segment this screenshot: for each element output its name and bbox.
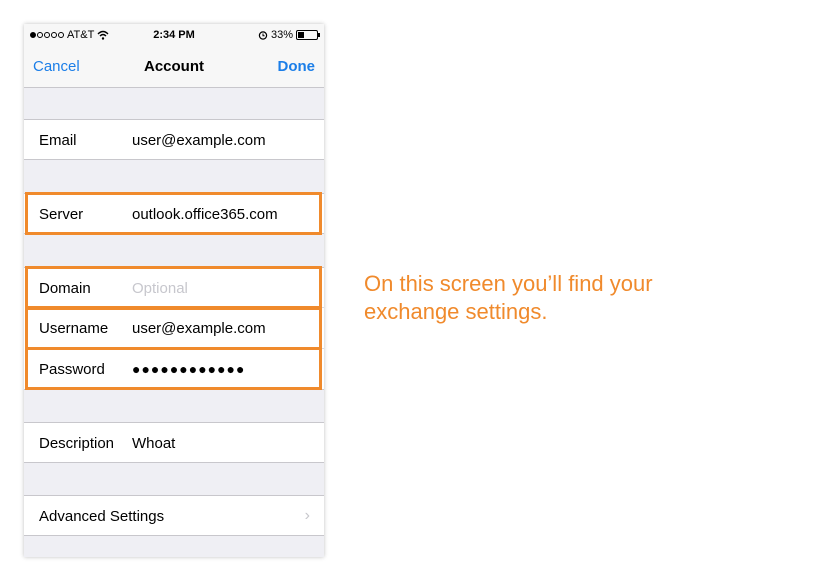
nav-bar: Cancel Account Done bbox=[24, 46, 324, 88]
battery-fill bbox=[298, 32, 304, 38]
done-button[interactable]: Done bbox=[278, 58, 316, 75]
password-row[interactable]: Password ●●●●●●●●●●●● bbox=[24, 349, 324, 390]
domain-field[interactable]: Optional bbox=[132, 280, 188, 297]
username-field[interactable]: user@example.com bbox=[132, 320, 266, 337]
password-label: Password bbox=[39, 361, 105, 378]
description-field[interactable]: Whoat bbox=[132, 435, 175, 452]
username-label: Username bbox=[39, 320, 109, 337]
domain-label: Domain bbox=[39, 280, 91, 297]
email-row[interactable]: Email user@example.com bbox=[24, 119, 324, 160]
username-row[interactable]: Username user@example.com bbox=[24, 308, 324, 349]
caption-line-1: On this screen you’ll find your bbox=[364, 271, 653, 296]
battery-percent: 33% bbox=[270, 29, 293, 41]
server-label: Server bbox=[39, 206, 84, 223]
email-label: Email bbox=[39, 132, 77, 149]
battery-area: 33% bbox=[258, 29, 320, 41]
description-row[interactable]: Description Whoat bbox=[24, 422, 324, 463]
caption-line-2: exchange settings. bbox=[364, 299, 548, 324]
alarm-icon bbox=[258, 31, 268, 40]
advanced-settings-row[interactable]: Advanced Settings › bbox=[24, 495, 324, 536]
server-row[interactable]: Server outlook.office365.com bbox=[24, 193, 324, 234]
password-field[interactable]: ●●●●●●●●●●●● bbox=[132, 361, 245, 377]
phone-screen: AT&T 2:34 PM 33% Cancel Account Done Ema… bbox=[24, 24, 324, 557]
email-field[interactable]: user@example.com bbox=[132, 132, 266, 149]
chevron-right-icon: › bbox=[304, 507, 310, 524]
server-field[interactable]: outlook.office365.com bbox=[132, 206, 278, 223]
advanced-settings-label: Advanced Settings bbox=[39, 508, 165, 525]
instruction-caption: On this screen you’ll find your exchange… bbox=[364, 270, 724, 326]
description-label: Description bbox=[39, 435, 115, 452]
battery-icon bbox=[296, 30, 320, 40]
domain-row[interactable]: Domain Optional bbox=[24, 267, 324, 308]
status-bar: AT&T 2:34 PM 33% bbox=[24, 24, 324, 46]
